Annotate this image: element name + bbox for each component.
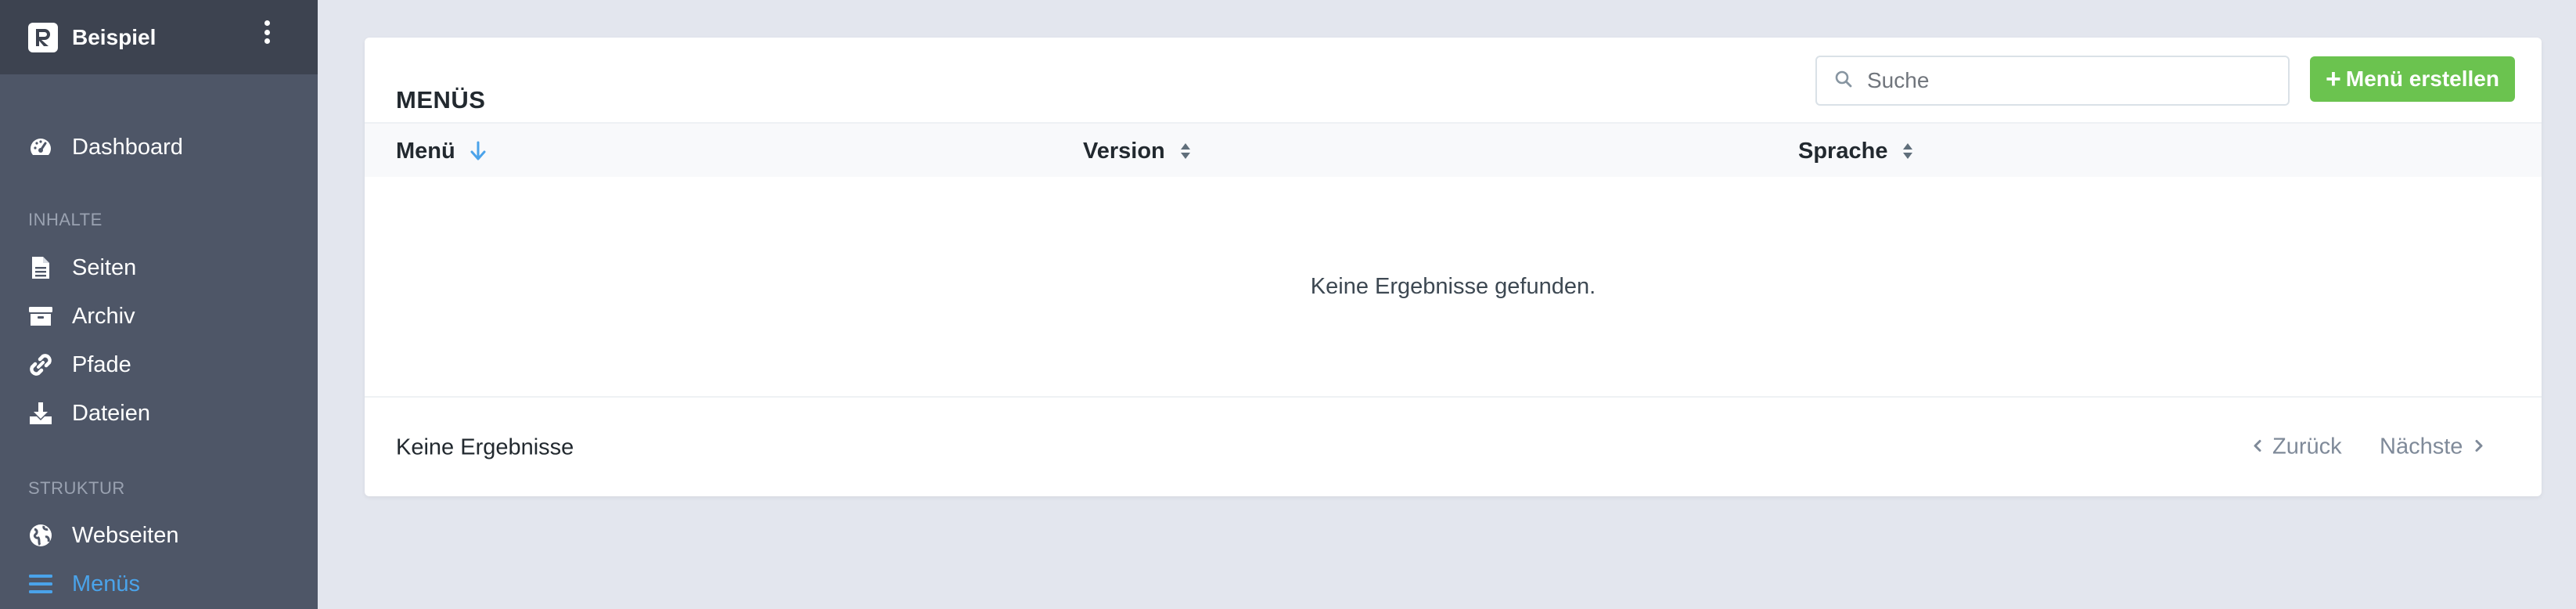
archive-box-icon [28, 304, 53, 329]
column-header-label: Sprache [1798, 138, 1888, 164]
column-header-sprache[interactable]: Sprache [1798, 124, 1914, 178]
search-box[interactable] [1815, 56, 2290, 106]
sidebar-item-dashboard[interactable]: Dashboard [0, 125, 318, 169]
column-header-label: Version [1083, 138, 1165, 164]
sidebar: Beispiel Dashboard INHALTE Seiten Archiv… [0, 0, 318, 609]
page-title: MENÜS [396, 86, 486, 114]
sidebar-item-webseiten[interactable]: Webseiten [0, 514, 318, 557]
sidebar-item-label: Seiten [72, 254, 137, 280]
tachometer-icon [28, 135, 53, 160]
sidebar-item-dateien[interactable]: Dateien [0, 391, 318, 435]
sort-icon [1901, 141, 1914, 161]
app-name: Beispiel [72, 24, 157, 49]
sidebar-item-menus[interactable]: Menüs [0, 562, 318, 606]
table-header: Menü Version Sprache [365, 122, 2542, 177]
sidebar-item-label: Menüs [72, 571, 141, 596]
sidebar-item-label: Pfade [72, 351, 131, 377]
pagination-next[interactable]: Nächste [2380, 434, 2484, 460]
app-logo[interactable] [28, 22, 58, 52]
section-label-inhalte: INHALTE [28, 210, 103, 229]
create-menu-button[interactable]: + Menü erstellen [2310, 56, 2515, 102]
search-icon [1834, 70, 1853, 92]
download-icon [28, 401, 53, 426]
file-icon [28, 255, 53, 280]
column-header-label: Menü [396, 138, 455, 164]
more-options-icon[interactable] [258, 20, 275, 44]
create-menu-label: Menü erstellen [2345, 67, 2499, 91]
link-icon [28, 352, 53, 377]
empty-message: Keine Ergebnisse gefunden. [1310, 273, 1596, 299]
plus-icon: + [2326, 63, 2341, 94]
menus-card: MENÜS + Menü erstellen Menü Version Spra… [365, 38, 2542, 496]
sidebar-item-label: Archiv [72, 303, 135, 329]
pagination-previous[interactable]: Zurück [2252, 434, 2342, 460]
logo-icon [36, 28, 50, 46]
bars-icon [28, 571, 53, 596]
globe-icon [28, 523, 53, 548]
sidebar-header: Beispiel [0, 0, 318, 74]
chevron-right-icon [2473, 434, 2484, 460]
sidebar-item-pfade[interactable]: Pfade [0, 343, 318, 387]
column-header-version[interactable]: Version [1083, 124, 1192, 178]
column-header-menu[interactable]: Menü [396, 124, 487, 178]
sort-icon [1179, 141, 1192, 161]
pagination-previous-label: Zurück [2272, 434, 2342, 459]
sidebar-item-label: Dashboard [72, 134, 183, 160]
result-count: Keine Ergebnisse [396, 434, 574, 460]
sidebar-item-label: Dateien [72, 400, 150, 426]
sidebar-item-label: Webseiten [72, 522, 179, 548]
sidebar-item-seiten[interactable]: Seiten [0, 246, 318, 290]
search-input[interactable] [1867, 68, 2274, 93]
sort-arrow-down-icon [470, 141, 487, 161]
chevron-left-icon [2252, 434, 2263, 460]
pagination-next-label: Nächste [2380, 434, 2463, 459]
section-label-struktur: STRUKTUR [28, 478, 125, 498]
empty-state: Keine Ergebnisse gefunden. [365, 177, 2542, 398]
sidebar-item-archiv[interactable]: Archiv [0, 294, 318, 338]
